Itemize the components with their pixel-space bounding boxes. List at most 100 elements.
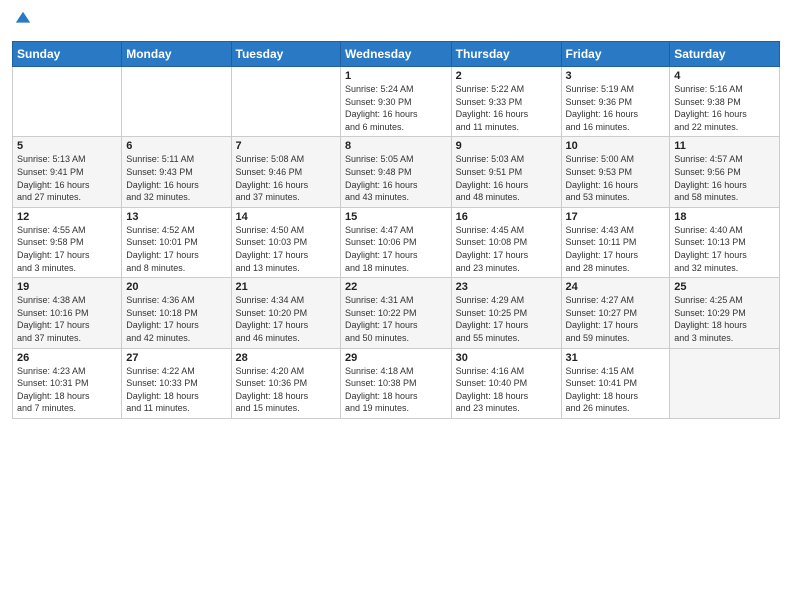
calendar-week-row: 5Sunrise: 5:13 AM Sunset: 9:41 PM Daylig… (13, 137, 780, 207)
day-info: Sunrise: 5:11 AM Sunset: 9:43 PM Dayligh… (126, 153, 226, 203)
day-number: 27 (126, 352, 226, 364)
day-info: Sunrise: 4:20 AM Sunset: 10:36 PM Daylig… (236, 365, 336, 415)
calendar-cell: 4Sunrise: 5:16 AM Sunset: 9:38 PM Daylig… (670, 67, 780, 137)
day-number: 14 (236, 211, 336, 223)
day-info: Sunrise: 4:34 AM Sunset: 10:20 PM Daylig… (236, 294, 336, 344)
calendar-header-saturday: Saturday (670, 42, 780, 67)
day-number: 19 (17, 281, 117, 293)
day-number: 20 (126, 281, 226, 293)
day-info: Sunrise: 4:18 AM Sunset: 10:38 PM Daylig… (345, 365, 447, 415)
calendar-cell (13, 67, 122, 137)
calendar-header-tuesday: Tuesday (231, 42, 340, 67)
calendar-cell: 2Sunrise: 5:22 AM Sunset: 9:33 PM Daylig… (451, 67, 561, 137)
day-info: Sunrise: 4:16 AM Sunset: 10:40 PM Daylig… (456, 365, 557, 415)
calendar-header-friday: Friday (561, 42, 670, 67)
day-number: 28 (236, 352, 336, 364)
calendar-cell: 25Sunrise: 4:25 AM Sunset: 10:29 PM Dayl… (670, 278, 780, 348)
day-number: 25 (674, 281, 775, 293)
day-number: 22 (345, 281, 447, 293)
calendar-cell (231, 67, 340, 137)
calendar-cell: 18Sunrise: 4:40 AM Sunset: 10:13 PM Dayl… (670, 207, 780, 277)
calendar-cell: 1Sunrise: 5:24 AM Sunset: 9:30 PM Daylig… (341, 67, 452, 137)
header (12, 10, 780, 33)
calendar-cell: 19Sunrise: 4:38 AM Sunset: 10:16 PM Dayl… (13, 278, 122, 348)
day-info: Sunrise: 4:38 AM Sunset: 10:16 PM Daylig… (17, 294, 117, 344)
calendar-cell: 15Sunrise: 4:47 AM Sunset: 10:06 PM Dayl… (341, 207, 452, 277)
day-info: Sunrise: 4:23 AM Sunset: 10:31 PM Daylig… (17, 365, 117, 415)
calendar-cell: 17Sunrise: 4:43 AM Sunset: 10:11 PM Dayl… (561, 207, 670, 277)
calendar-cell: 14Sunrise: 4:50 AM Sunset: 10:03 PM Dayl… (231, 207, 340, 277)
day-info: Sunrise: 5:22 AM Sunset: 9:33 PM Dayligh… (456, 83, 557, 133)
page: SundayMondayTuesdayWednesdayThursdayFrid… (0, 0, 792, 612)
logo (12, 10, 34, 33)
day-number: 13 (126, 211, 226, 223)
day-info: Sunrise: 4:50 AM Sunset: 10:03 PM Daylig… (236, 224, 336, 274)
day-number: 8 (345, 140, 447, 152)
day-number: 23 (456, 281, 557, 293)
calendar-cell: 28Sunrise: 4:20 AM Sunset: 10:36 PM Dayl… (231, 348, 340, 418)
calendar-cell: 27Sunrise: 4:22 AM Sunset: 10:33 PM Dayl… (122, 348, 231, 418)
calendar-cell: 6Sunrise: 5:11 AM Sunset: 9:43 PM Daylig… (122, 137, 231, 207)
day-number: 15 (345, 211, 447, 223)
day-info: Sunrise: 4:57 AM Sunset: 9:56 PM Dayligh… (674, 153, 775, 203)
day-number: 26 (17, 352, 117, 364)
calendar-cell: 3Sunrise: 5:19 AM Sunset: 9:36 PM Daylig… (561, 67, 670, 137)
day-info: Sunrise: 4:52 AM Sunset: 10:01 PM Daylig… (126, 224, 226, 274)
calendar-cell (670, 348, 780, 418)
calendar-cell: 26Sunrise: 4:23 AM Sunset: 10:31 PM Dayl… (13, 348, 122, 418)
day-info: Sunrise: 5:00 AM Sunset: 9:53 PM Dayligh… (566, 153, 666, 203)
day-info: Sunrise: 5:05 AM Sunset: 9:48 PM Dayligh… (345, 153, 447, 203)
day-info: Sunrise: 5:08 AM Sunset: 9:46 PM Dayligh… (236, 153, 336, 203)
day-info: Sunrise: 5:13 AM Sunset: 9:41 PM Dayligh… (17, 153, 117, 203)
day-info: Sunrise: 4:43 AM Sunset: 10:11 PM Daylig… (566, 224, 666, 274)
day-number: 12 (17, 211, 117, 223)
day-number: 30 (456, 352, 557, 364)
calendar-header-monday: Monday (122, 42, 231, 67)
calendar-cell: 24Sunrise: 4:27 AM Sunset: 10:27 PM Dayl… (561, 278, 670, 348)
calendar-cell (122, 67, 231, 137)
calendar-header-wednesday: Wednesday (341, 42, 452, 67)
day-info: Sunrise: 4:31 AM Sunset: 10:22 PM Daylig… (345, 294, 447, 344)
calendar-cell: 31Sunrise: 4:15 AM Sunset: 10:41 PM Dayl… (561, 348, 670, 418)
day-info: Sunrise: 5:19 AM Sunset: 9:36 PM Dayligh… (566, 83, 666, 133)
day-info: Sunrise: 4:47 AM Sunset: 10:06 PM Daylig… (345, 224, 447, 274)
calendar-week-row: 26Sunrise: 4:23 AM Sunset: 10:31 PM Dayl… (13, 348, 780, 418)
day-info: Sunrise: 4:15 AM Sunset: 10:41 PM Daylig… (566, 365, 666, 415)
calendar-cell: 21Sunrise: 4:34 AM Sunset: 10:20 PM Dayl… (231, 278, 340, 348)
day-number: 4 (674, 70, 775, 82)
day-info: Sunrise: 4:36 AM Sunset: 10:18 PM Daylig… (126, 294, 226, 344)
calendar-cell: 30Sunrise: 4:16 AM Sunset: 10:40 PM Dayl… (451, 348, 561, 418)
day-number: 7 (236, 140, 336, 152)
day-number: 24 (566, 281, 666, 293)
day-number: 2 (456, 70, 557, 82)
day-number: 21 (236, 281, 336, 293)
day-number: 1 (345, 70, 447, 82)
calendar-cell: 7Sunrise: 5:08 AM Sunset: 9:46 PM Daylig… (231, 137, 340, 207)
calendar-cell: 9Sunrise: 5:03 AM Sunset: 9:51 PM Daylig… (451, 137, 561, 207)
day-info: Sunrise: 5:24 AM Sunset: 9:30 PM Dayligh… (345, 83, 447, 133)
calendar-cell: 29Sunrise: 4:18 AM Sunset: 10:38 PM Dayl… (341, 348, 452, 418)
calendar-cell: 13Sunrise: 4:52 AM Sunset: 10:01 PM Dayl… (122, 207, 231, 277)
calendar-cell: 8Sunrise: 5:05 AM Sunset: 9:48 PM Daylig… (341, 137, 452, 207)
day-info: Sunrise: 4:45 AM Sunset: 10:08 PM Daylig… (456, 224, 557, 274)
logo-icon (14, 10, 32, 28)
calendar-header-thursday: Thursday (451, 42, 561, 67)
calendar-cell: 11Sunrise: 4:57 AM Sunset: 9:56 PM Dayli… (670, 137, 780, 207)
day-info: Sunrise: 4:29 AM Sunset: 10:25 PM Daylig… (456, 294, 557, 344)
day-number: 11 (674, 140, 775, 152)
day-info: Sunrise: 4:27 AM Sunset: 10:27 PM Daylig… (566, 294, 666, 344)
day-info: Sunrise: 4:22 AM Sunset: 10:33 PM Daylig… (126, 365, 226, 415)
day-info: Sunrise: 4:25 AM Sunset: 10:29 PM Daylig… (674, 294, 775, 344)
day-number: 6 (126, 140, 226, 152)
day-number: 31 (566, 352, 666, 364)
day-number: 5 (17, 140, 117, 152)
day-info: Sunrise: 5:03 AM Sunset: 9:51 PM Dayligh… (456, 153, 557, 203)
calendar-cell: 16Sunrise: 4:45 AM Sunset: 10:08 PM Dayl… (451, 207, 561, 277)
day-info: Sunrise: 5:16 AM Sunset: 9:38 PM Dayligh… (674, 83, 775, 133)
day-number: 9 (456, 140, 557, 152)
day-info: Sunrise: 4:40 AM Sunset: 10:13 PM Daylig… (674, 224, 775, 274)
calendar-header-sunday: Sunday (13, 42, 122, 67)
calendar-cell: 23Sunrise: 4:29 AM Sunset: 10:25 PM Dayl… (451, 278, 561, 348)
calendar: SundayMondayTuesdayWednesdayThursdayFrid… (12, 41, 780, 419)
calendar-cell: 5Sunrise: 5:13 AM Sunset: 9:41 PM Daylig… (13, 137, 122, 207)
